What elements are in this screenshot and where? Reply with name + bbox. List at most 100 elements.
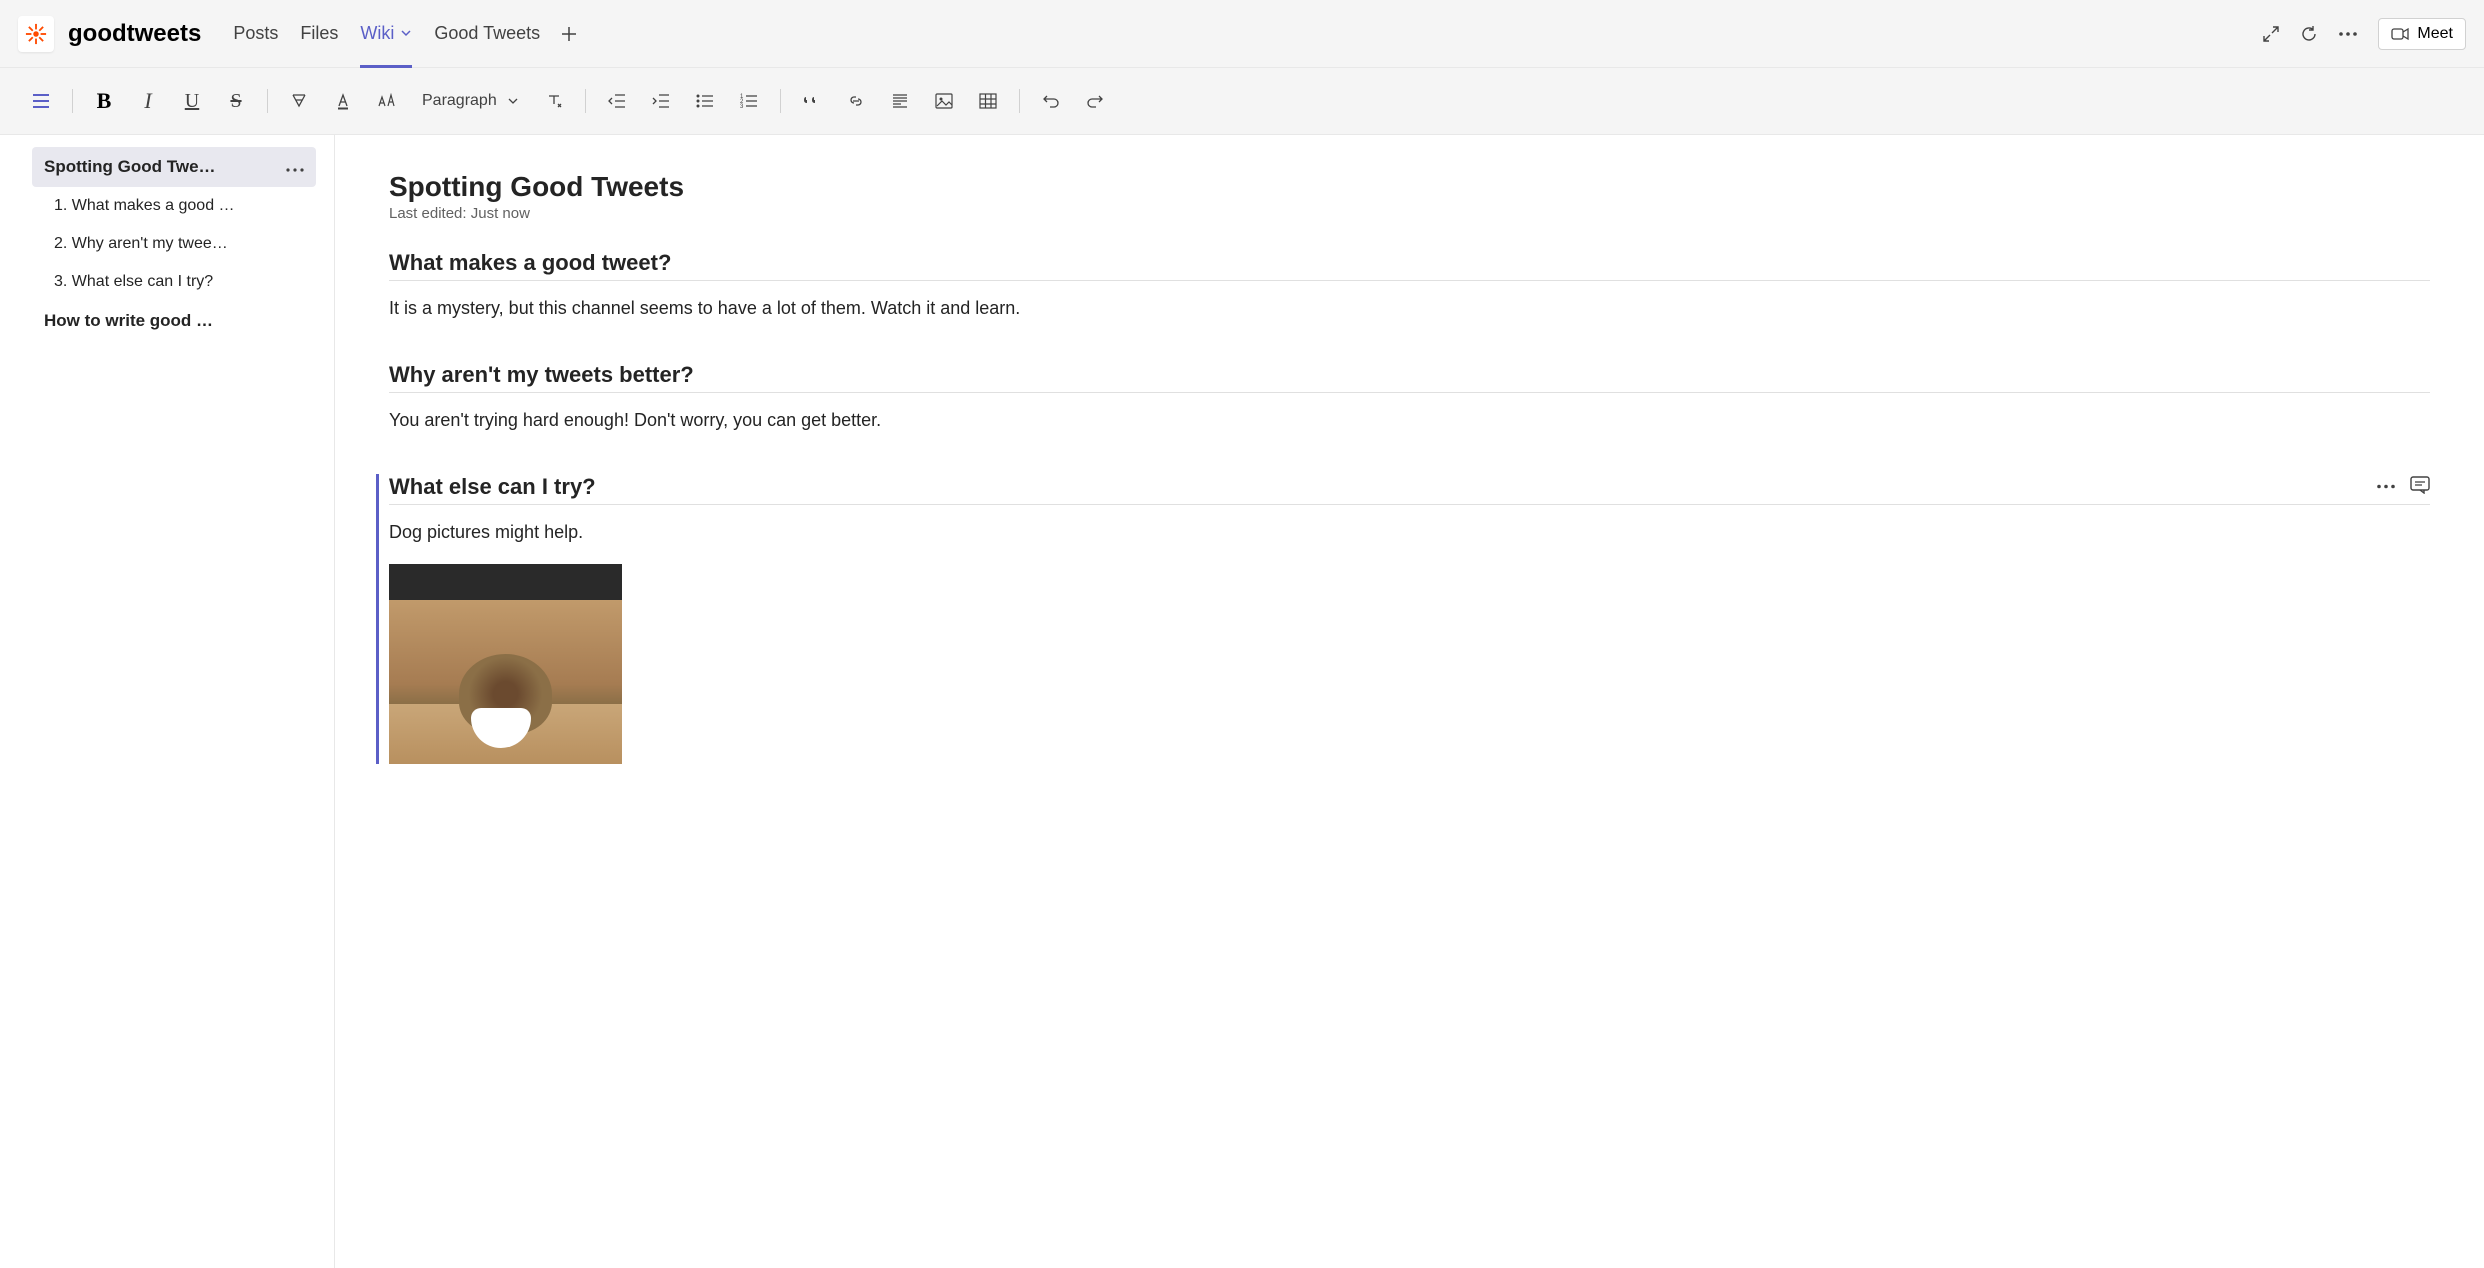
channel-tabs: Posts Files Wiki Good Tweets	[223, 0, 2262, 68]
tab-posts[interactable]: Posts	[223, 0, 288, 68]
header-actions: Meet	[2262, 18, 2466, 50]
table-button[interactable]	[967, 81, 1009, 121]
link-button[interactable]	[835, 81, 877, 121]
highlight-icon	[290, 92, 308, 110]
svg-text:3: 3	[740, 104, 744, 109]
section-header: Why aren't my tweets better?	[389, 362, 2430, 393]
section-header: What else can I try?	[389, 474, 2430, 505]
hamburger-button[interactable]	[20, 81, 62, 121]
more-horizontal-icon	[2376, 484, 2396, 489]
more-options-button[interactable]	[2338, 31, 2358, 37]
hamburger-icon	[32, 94, 50, 108]
font-size-button[interactable]	[366, 81, 408, 121]
expand-button[interactable]	[2262, 25, 2280, 43]
hr-button[interactable]	[879, 81, 921, 121]
highlight-button[interactable]	[278, 81, 320, 121]
indent-button[interactable]	[640, 81, 682, 121]
meet-label: Meet	[2417, 25, 2453, 43]
section-conversation-button[interactable]	[2410, 476, 2430, 499]
chevron-down-icon	[507, 95, 519, 107]
image-button[interactable]	[923, 81, 965, 121]
bullet-list-button[interactable]	[684, 81, 726, 121]
chevron-down-icon	[400, 23, 412, 44]
more-horizontal-icon	[2338, 31, 2358, 37]
strikethrough-button[interactable]: S	[215, 81, 257, 121]
indent-icon	[652, 93, 670, 109]
expand-icon	[2262, 25, 2280, 43]
italic-button[interactable]: I	[127, 81, 169, 121]
paragraph-dropdown[interactable]: Paragraph	[410, 92, 531, 110]
outdent-icon	[608, 93, 626, 109]
wiki-content[interactable]: Spotting Good Tweets Last edited: Just n…	[335, 135, 2484, 1268]
section-body[interactable]: You aren't trying hard enough! Don't wor…	[389, 407, 2430, 434]
image-icon	[935, 93, 953, 109]
section-body[interactable]: Dog pictures might help.	[389, 519, 2430, 764]
separator	[72, 89, 73, 113]
clear-format-icon	[545, 92, 563, 110]
tab-files[interactable]: Files	[290, 0, 348, 68]
zapier-icon	[25, 23, 47, 45]
section-title[interactable]: What else can I try?	[389, 474, 2376, 500]
wiki-section: Why aren't my tweets better? You aren't …	[389, 362, 2430, 434]
undo-icon	[1042, 93, 1060, 109]
tab-label: Files	[300, 23, 338, 44]
bold-button[interactable]: B	[83, 81, 125, 121]
add-tab-button[interactable]	[552, 25, 586, 43]
number-list-button[interactable]: 123	[728, 81, 770, 121]
wiki-page-item[interactable]: Spotting Good Twe…	[32, 147, 316, 187]
app-logo	[18, 16, 54, 52]
clear-format-button[interactable]	[533, 81, 575, 121]
section-actions	[2376, 476, 2430, 499]
channel-name: goodtweets	[68, 20, 201, 48]
wiki-section: What else can I try? Dog pictures might …	[376, 474, 2430, 764]
font-color-button[interactable]	[322, 81, 364, 121]
tab-good-tweets[interactable]: Good Tweets	[424, 0, 550, 68]
more-horizontal-icon	[286, 168, 304, 172]
section-title[interactable]: What makes a good tweet?	[389, 250, 2430, 276]
separator	[585, 89, 586, 113]
reload-icon	[2300, 25, 2318, 43]
main-area: Spotting Good Twe… 1. What makes a good …	[0, 135, 2484, 1268]
wiki-section: What makes a good tweet? It is a mystery…	[389, 250, 2430, 322]
document-title[interactable]: Spotting Good Tweets	[389, 171, 2430, 203]
number-list-icon: 123	[740, 93, 758, 109]
section-body[interactable]: It is a mystery, but this channel seems …	[389, 295, 2430, 322]
redo-button[interactable]	[1074, 81, 1116, 121]
outdent-button[interactable]	[596, 81, 638, 121]
undo-button[interactable]	[1030, 81, 1072, 121]
wiki-section-item[interactable]: 1. What makes a good …	[32, 187, 316, 225]
tab-wiki[interactable]: Wiki	[350, 0, 422, 68]
page-title: Spotting Good Twe…	[44, 157, 216, 177]
video-icon	[2391, 27, 2409, 41]
editor-toolbar: B I U S Paragraph 123	[0, 68, 2484, 135]
last-edited: Last edited: Just now	[389, 205, 2430, 222]
underline-button[interactable]: U	[171, 81, 213, 121]
quote-button[interactable]	[791, 81, 833, 121]
table-icon	[979, 93, 997, 109]
reload-button[interactable]	[2300, 25, 2318, 43]
channel-header: goodtweets Posts Files Wiki Good Tweets …	[0, 0, 2484, 68]
chat-icon	[2410, 476, 2430, 494]
link-icon	[847, 92, 865, 110]
separator	[267, 89, 268, 113]
tab-label: Wiki	[360, 23, 394, 44]
font-color-icon	[334, 92, 352, 110]
embedded-image[interactable]	[389, 564, 622, 764]
tab-label: Good Tweets	[434, 23, 540, 44]
tab-label: Posts	[233, 23, 278, 44]
quote-icon	[803, 94, 821, 108]
bullet-list-icon	[696, 93, 714, 109]
section-title[interactable]: Why aren't my tweets better?	[389, 362, 2430, 388]
separator	[1019, 89, 1020, 113]
section-text: Dog pictures might help.	[389, 519, 2430, 546]
paragraph-label: Paragraph	[422, 92, 497, 110]
plus-icon	[560, 25, 578, 43]
page-more-button[interactable]	[286, 157, 304, 177]
wiki-section-item[interactable]: 3. What else can I try?	[32, 263, 316, 301]
page-title: How to write good …	[44, 311, 213, 331]
wiki-page-item[interactable]: How to write good …	[32, 301, 316, 341]
wiki-section-item[interactable]: 2. Why aren't my twee…	[32, 225, 316, 263]
section-more-button[interactable]	[2376, 476, 2396, 499]
redo-icon	[1086, 93, 1104, 109]
meet-button[interactable]: Meet	[2378, 18, 2466, 50]
